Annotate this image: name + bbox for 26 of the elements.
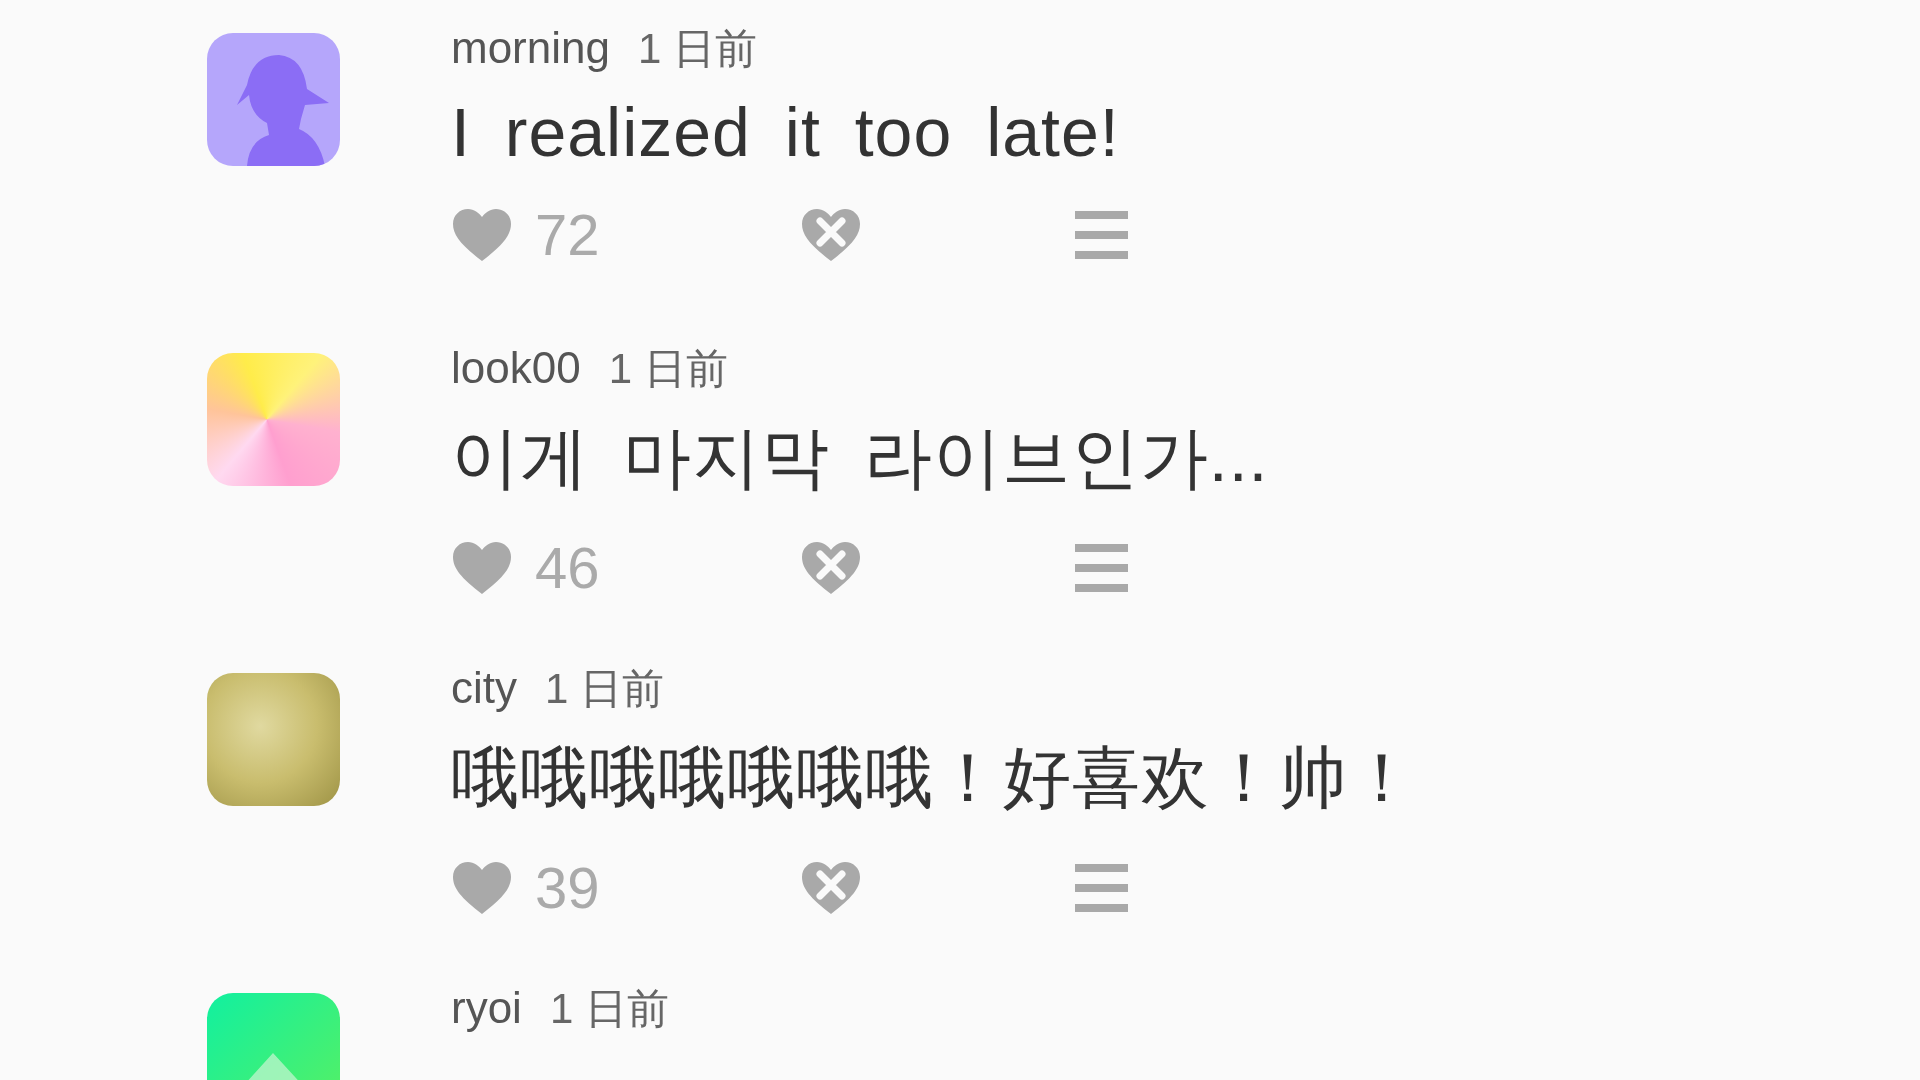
avatar-silhouette-icon[interactable]	[207, 33, 340, 166]
menu-button[interactable]	[1075, 210, 1128, 259]
menu-icon	[1075, 543, 1128, 592]
menu-icon	[1075, 863, 1128, 912]
menu-icon	[1075, 210, 1128, 259]
username[interactable]: city	[451, 663, 517, 713]
heart-cross-icon	[800, 539, 862, 596]
timestamp: 1 日前	[545, 664, 665, 714]
menu-button[interactable]	[1075, 543, 1128, 592]
timestamp: 1 日前	[608, 344, 728, 394]
heart-cross-icon	[800, 206, 862, 263]
comment-text: I realized it too late!	[451, 93, 1121, 171]
photo-placeholder[interactable]	[207, 673, 340, 806]
username[interactable]: ryoi	[451, 983, 522, 1033]
timestamp: 1 日前	[549, 984, 669, 1034]
heart-icon	[451, 539, 513, 596]
timestamp: 1 日前	[637, 24, 757, 74]
username[interactable]: morning	[451, 23, 610, 73]
heart-icon	[451, 859, 513, 916]
menu-button[interactable]	[1075, 863, 1128, 912]
username[interactable]: look00	[451, 343, 581, 393]
comment-text: 이게 마지막 라이브인가...	[451, 418, 1270, 497]
comment-text: 哦哦哦哦哦哦哦！好喜欢！帅！	[451, 738, 1418, 817]
heart-cross-icon	[800, 859, 862, 916]
avatar-image[interactable]	[207, 353, 340, 486]
heart-icon	[451, 206, 513, 263]
